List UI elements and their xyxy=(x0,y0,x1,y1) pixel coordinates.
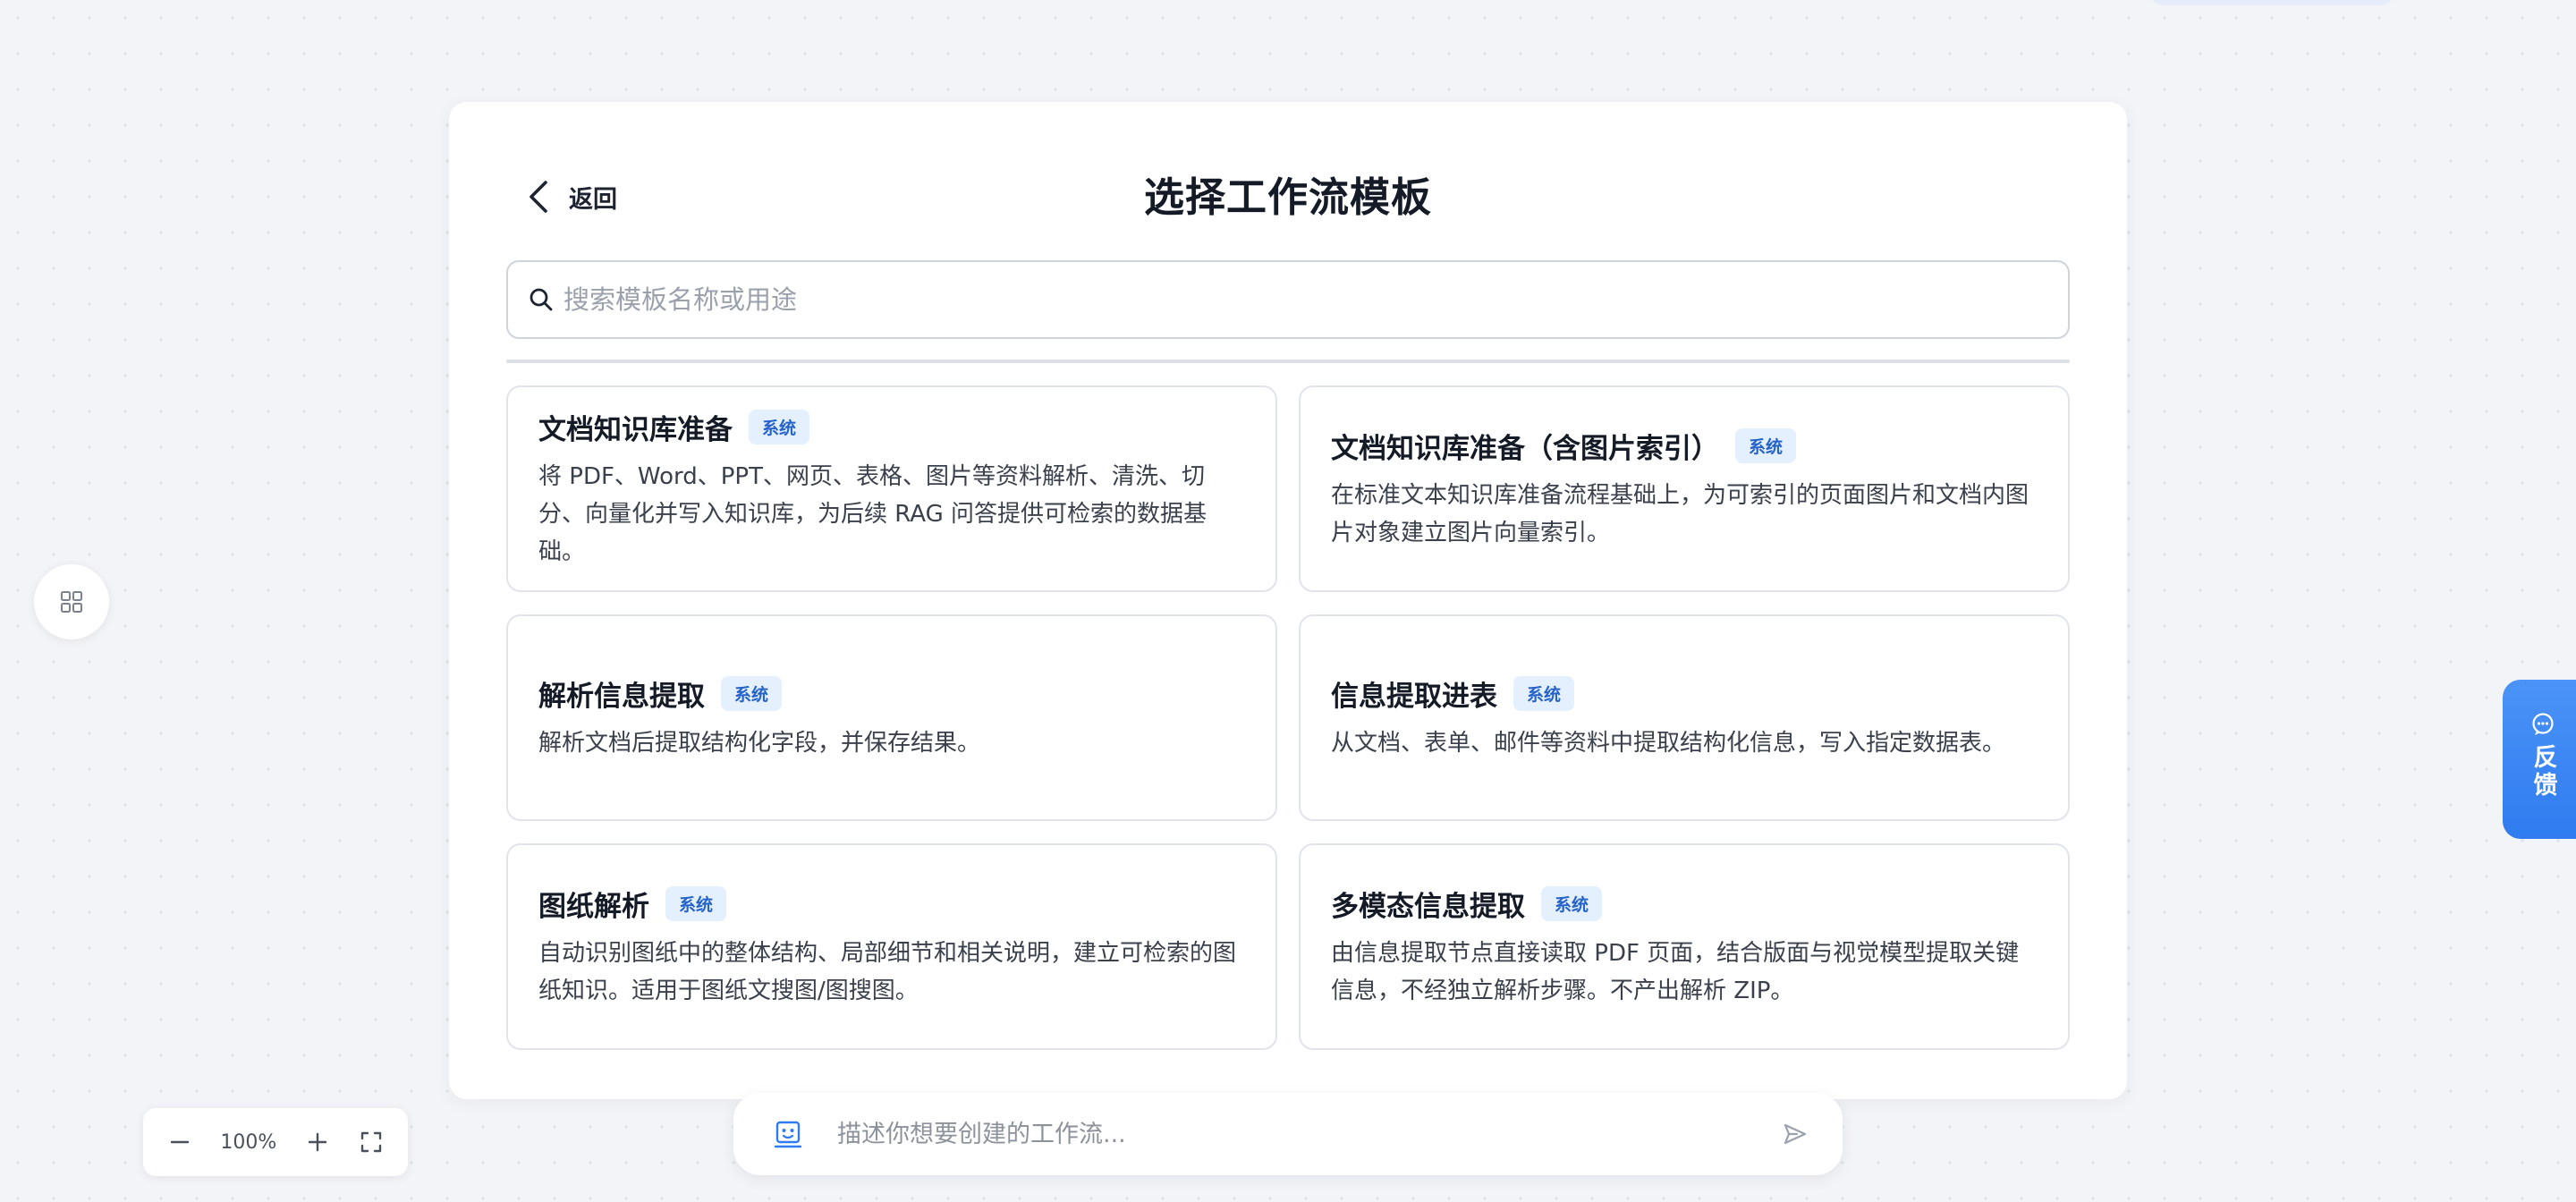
template-card[interactable]: 文档知识库准备（含图片索引） 系统 在标准文本知识库准备流程基础上，为可索引的页… xyxy=(1299,385,2070,592)
plus-icon xyxy=(308,1132,326,1152)
template-card-title: 文档知识库准备（含图片索引） xyxy=(1331,433,1719,465)
zoom-toolbar: 100% xyxy=(143,1108,408,1176)
template-card-title: 文档知识库准备 xyxy=(538,414,733,446)
system-badge: 系统 xyxy=(721,676,783,711)
chat-bubble-icon xyxy=(2532,713,2554,735)
divider xyxy=(506,360,2070,363)
template-card[interactable]: 多模态信息提取 系统 由信息提取节点直接读取 PDF 页面，结合版面与视觉模型提… xyxy=(1299,843,2070,1050)
grid-icon xyxy=(61,591,82,613)
system-badge: 系统 xyxy=(1541,886,1603,921)
zoom-out-button[interactable] xyxy=(166,1129,193,1155)
search-input[interactable] xyxy=(564,273,2030,326)
search-box xyxy=(506,260,2070,339)
top-glow-decoration xyxy=(2147,0,2397,5)
template-card[interactable]: 解析信息提取 系统 解析文档后提取结构化字段，并保存结果。 xyxy=(506,614,1277,821)
send-button[interactable] xyxy=(1780,1119,1810,1149)
template-picker-modal: 返回 选择工作流模板 文档知识库准备 系统 将 PDF、Word、PPT、网页、… xyxy=(449,102,2127,1099)
template-card-description: 自动识别图纸中的整体结构、局部细节和相关说明，建立可检索的图纸知识。适用于图纸文… xyxy=(538,940,1237,1004)
send-icon xyxy=(1784,1123,1807,1145)
zoom-in-button[interactable] xyxy=(304,1129,331,1155)
system-badge: 系统 xyxy=(1513,676,1575,711)
fullscreen-icon xyxy=(360,1131,382,1153)
zoom-level: 100% xyxy=(220,1130,277,1154)
feedback-button[interactable]: 反馈 xyxy=(2503,680,2576,839)
template-card-title: 解析信息提取 xyxy=(538,681,705,713)
template-card-title: 信息提取进表 xyxy=(1331,681,1497,713)
template-card-description: 解析文档后提取结构化字段，并保存结果。 xyxy=(538,730,981,757)
page-title: 选择工作流模板 xyxy=(1143,174,1432,221)
template-card-description: 在标准文本知识库准备流程基础上，为可索引的页面图片和文档内图片对象建立图片向量索… xyxy=(1331,482,2029,546)
template-card-grid: 文档知识库准备 系统 将 PDF、Word、PPT、网页、表格、图片等资料解析、… xyxy=(506,385,2070,1050)
system-badge: 系统 xyxy=(665,886,727,921)
template-card[interactable]: 文档知识库准备 系统 将 PDF、Word、PPT、网页、表格、图片等资料解析、… xyxy=(506,385,1277,592)
workflow-prompt-input[interactable] xyxy=(837,1120,1767,1148)
node-panel-button[interactable] xyxy=(34,564,109,639)
feedback-label: 反馈 xyxy=(2529,744,2557,800)
minus-icon xyxy=(170,1140,190,1144)
template-card[interactable]: 图纸解析 系统 自动识别图纸中的整体结构、局部细节和相关说明，建立可检索的图纸知… xyxy=(506,843,1277,1050)
template-card-title: 图纸解析 xyxy=(538,891,649,923)
bot-icon xyxy=(774,1121,802,1148)
fullscreen-button[interactable] xyxy=(358,1129,385,1155)
search-icon xyxy=(530,288,553,311)
system-badge: 系统 xyxy=(749,410,810,444)
template-card-description: 由信息提取节点直接读取 PDF 页面，结合版面与视觉模型提取关键信息，不经独立解… xyxy=(1331,940,2020,1004)
system-badge: 系统 xyxy=(1735,428,1797,463)
template-card-description: 将 PDF、Word、PPT、网页、表格、图片等资料解析、清洗、切分、向量化并写… xyxy=(538,463,1208,565)
template-card[interactable]: 信息提取进表 系统 从文档、表单、邮件等资料中提取结构化信息，写入指定数据表。 xyxy=(1299,614,2070,821)
template-card-title: 多模态信息提取 xyxy=(1331,891,1525,923)
template-card-description: 从文档、表单、邮件等资料中提取结构化信息，写入指定数据表。 xyxy=(1331,730,2006,757)
workflow-composer xyxy=(733,1093,1843,1175)
